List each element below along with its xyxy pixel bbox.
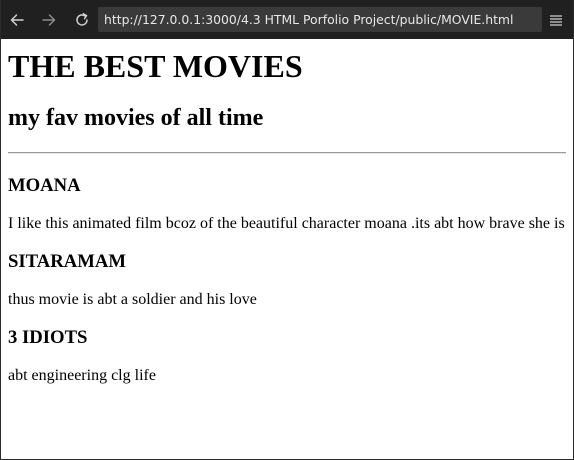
movie-description-sitaramam: thus movie is abt a soldier and his love [8, 291, 257, 308]
address-bar[interactable]: http://127.0.0.1:3000/4.3 HTML Porfolio … [98, 7, 542, 32]
browser-toolbar: http://127.0.0.1:3000/4.3 HTML Porfolio … [1, 0, 573, 39]
divider [8, 152, 566, 154]
back-button[interactable] [2, 0, 32, 39]
forward-button[interactable] [34, 0, 64, 39]
hamburger-menu-icon [550, 14, 562, 26]
page-title: THE BEST MOVIES [8, 48, 303, 84]
forward-arrow-icon [42, 13, 56, 26]
page-content: THE BEST MOVIES my fav movies of all tim… [1, 39, 573, 459]
page-subtitle: my fav movies of all time [8, 105, 264, 131]
movie-title-3-idiots: 3 IDIOTS [8, 327, 88, 348]
address-url: http://127.0.0.1:3000/4.3 HTML Porfolio … [104, 12, 514, 27]
movie-title-sitaramam: SITARAMAM [8, 251, 127, 272]
reload-button[interactable] [67, 0, 97, 39]
reload-icon [76, 12, 88, 26]
movie-description-moana: I like this animated film bcoz of the be… [8, 215, 565, 232]
back-arrow-icon [10, 13, 24, 26]
movie-description-3-idiots: abt engineering clg life [8, 367, 156, 384]
browser-window: http://127.0.0.1:3000/4.3 HTML Porfolio … [0, 0, 574, 460]
movie-title-moana: MOANA [8, 175, 81, 196]
menu-button[interactable] [543, 0, 569, 39]
